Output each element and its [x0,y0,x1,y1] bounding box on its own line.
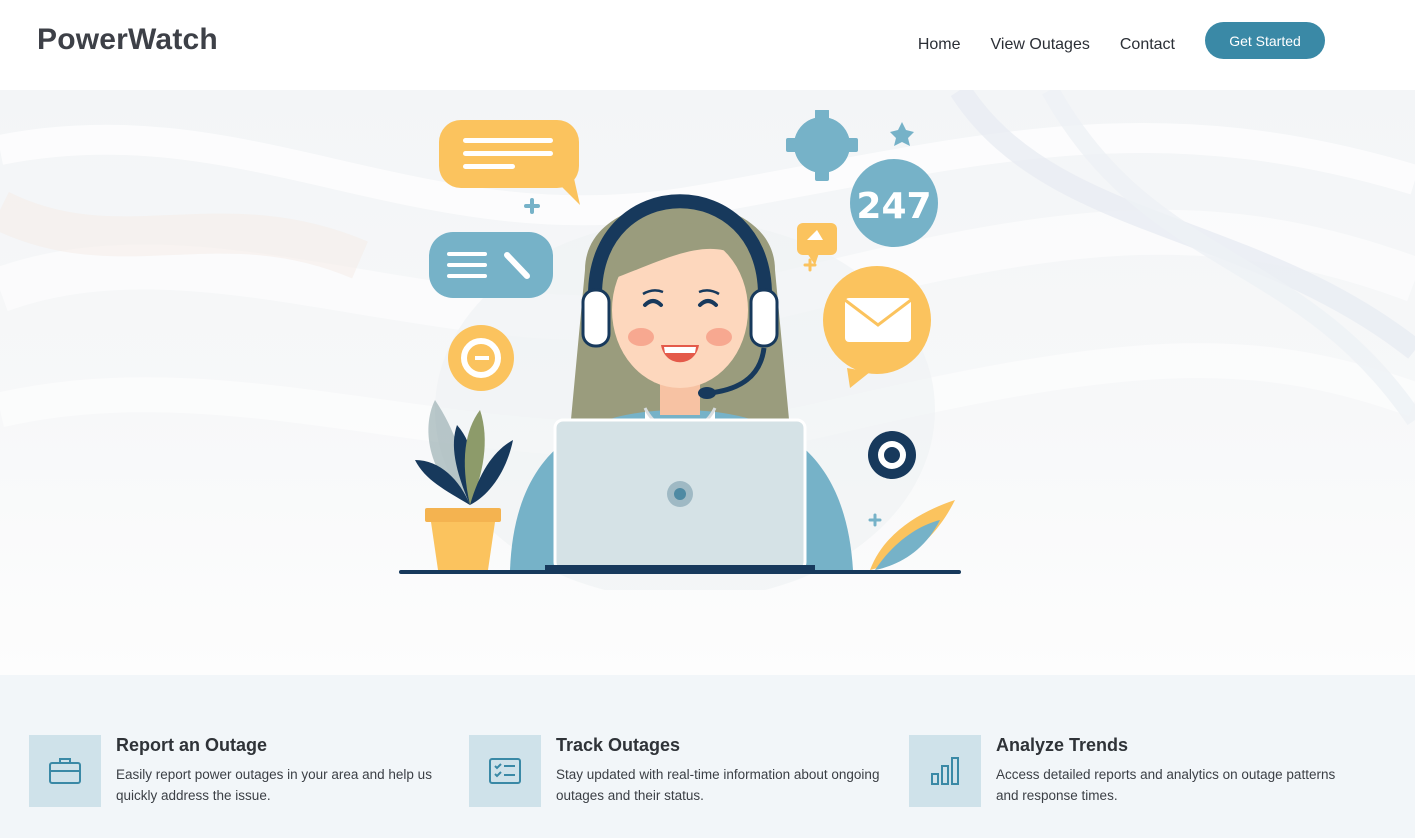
feature-title: Analyze Trends [996,735,1129,755]
feature-track-outages[interactable]: Track Outages Stay updated with real-tim… [469,735,899,810]
feature-description: Access detailed reports and analytics on… [996,767,1336,803]
feature-analyze-trends[interactable]: Analyze Trends Access detailed reports a… [909,735,1339,810]
hero-section: 247 [0,90,1415,675]
feature-description: Easily report power outages in your area… [116,767,432,803]
bar-chart-icon [931,757,959,785]
availability-badge-text: 247 [856,186,931,227]
feature-icon-tile [29,735,101,807]
feature-title: Report an Outage [116,735,268,755]
get-started-button[interactable]: Get Started [1205,22,1325,59]
message-bubble-icon [429,232,553,298]
feature-icon-tile [909,735,981,807]
feature-icon-tile [469,735,541,807]
site-header: PowerWatch Home View Outages Contact Get… [0,0,1415,90]
laptop-illustration [545,418,815,573]
main-nav: Home View Outages Contact Get Started [918,22,1325,59]
nav-home-link[interactable]: Home [918,36,961,54]
features-section: Report an Outage Easily report power out… [0,675,1415,838]
checklist-icon [489,758,521,784]
settings-icon [868,431,916,479]
support-agent-illustration: 247 [399,110,961,590]
availability-badge: 247 [850,159,938,247]
briefcase-icon [49,758,81,784]
gear-icon [786,110,858,181]
chat-bubble-icon [439,120,580,205]
nav-contact-link[interactable]: Contact [1120,36,1175,54]
nav-view-outages-link[interactable]: View Outages [991,36,1090,54]
feature-report-outage[interactable]: Report an Outage Easily report power out… [29,735,459,810]
refresh-icon [448,325,514,391]
feature-title: Track Outages [556,735,681,755]
logo[interactable]: PowerWatch [37,23,218,57]
feature-description: Stay updated with real-time information … [556,767,880,803]
